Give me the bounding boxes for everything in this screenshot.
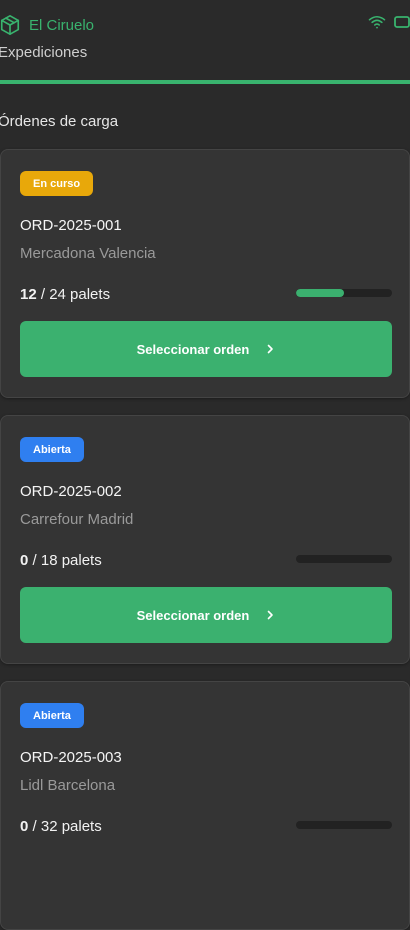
status-badge: Abierta [20, 437, 84, 462]
pallet-count: 0 / 18 palets [20, 552, 102, 569]
select-order-label: Seleccionar orden [136, 341, 250, 357]
pallets-loaded: 12 [20, 286, 37, 303]
package-box-icon [0, 14, 21, 36]
progress-bar [296, 821, 392, 829]
status-icons [368, 14, 410, 35]
status-badge: Abierta [20, 703, 84, 728]
pallets-total: / 32 palets [28, 818, 102, 835]
select-order-button[interactable]: Seleccionar orden [20, 321, 392, 377]
order-customer: Mercadona Valencia [20, 245, 156, 262]
wifi-icon [368, 14, 386, 35]
select-order-label: Seleccionar orden [136, 607, 250, 623]
progress-fill [296, 289, 344, 297]
order-customer: Lidl Barcelona [20, 777, 116, 794]
section-title: Órdenes de carga [0, 113, 119, 130]
order-customer: Carrefour Madrid [20, 511, 134, 528]
select-order-button[interactable]: Seleccionar orden [20, 587, 392, 643]
progress-bar [296, 555, 392, 563]
order-card: Abierta ORD-2025-002 Carrefour Madrid 0 … [0, 415, 410, 664]
brand: El Ciruelo [0, 12, 94, 38]
order-card: Abierta ORD-2025-003 Lidl Barcelona 0 / … [0, 681, 410, 930]
order-id: ORD-2025-001 [20, 217, 122, 234]
order-id: ORD-2025-003 [20, 749, 122, 766]
chevron-right-icon [265, 344, 275, 354]
brand-name: El Ciruelo [29, 16, 95, 34]
progress-bar [296, 289, 392, 297]
pallet-count: 12 / 24 palets [20, 286, 110, 303]
order-card: En curso ORD-2025-001 Mercadona Valencia… [0, 149, 410, 398]
status-badge: En curso [20, 171, 94, 196]
pallets-total: / 24 palets [36, 286, 111, 303]
chevron-right-icon [265, 610, 275, 620]
app-header: El Ciruelo Expediciones [0, 0, 410, 84]
order-id: ORD-2025-002 [20, 483, 122, 500]
battery-icon [394, 15, 410, 34]
header-divider [0, 80, 410, 84]
pallet-count: 0 / 32 palets [20, 818, 102, 835]
pallets-total: / 18 palets [28, 552, 102, 569]
page-subtitle: Expediciones [0, 44, 88, 61]
